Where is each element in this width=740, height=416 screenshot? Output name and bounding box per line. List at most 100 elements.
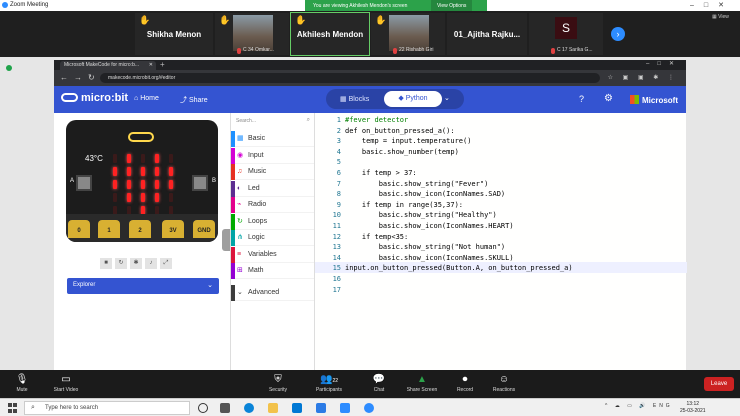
url-field[interactable]: makecode.microbit.org/#editor xyxy=(100,73,600,83)
view-button[interactable]: ▦ View xyxy=(712,14,729,20)
system-tray[interactable]: ^ ☁ ▭ 🔊 ENG xyxy=(605,403,673,409)
code-line[interactable]: input.on_button_pressed(Button.A, on_but… xyxy=(345,264,573,272)
toolbox-search[interactable]: Search... ⌕ xyxy=(236,117,312,128)
window-controls[interactable]: –□✕ xyxy=(690,1,734,9)
code-editor[interactable]: 1 #fever detector 2 def on_button_pressed_a… xyxy=(314,113,687,370)
task-view-icon[interactable] xyxy=(220,403,230,413)
windows-start-icon[interactable] xyxy=(8,403,18,413)
participant-name: Shikha Menon xyxy=(146,30,202,39)
code-line[interactable]: basic.show_icon(IconNames.SKULL) xyxy=(345,254,514,262)
leave-button[interactable]: Leave xyxy=(704,377,734,391)
mute-icon[interactable]: ♪ xyxy=(145,258,157,269)
tab-title: Microsoft MakeCode for micro:b... xyxy=(64,62,140,68)
button-b[interactable] xyxy=(192,175,208,191)
stop-icon[interactable]: ■ xyxy=(100,258,112,269)
participant-tile[interactable]: ✋ 22 Rishabh Giri xyxy=(371,13,445,55)
gear-icon[interactable]: ⚙ xyxy=(604,93,613,104)
toolbox-category-logic[interactable]: ⋔ Logic xyxy=(231,230,315,246)
category-label: Radio xyxy=(248,201,267,208)
shield-status-icon xyxy=(6,65,12,71)
participant-tile-active[interactable]: ✋ Akhilesh Mendon xyxy=(290,12,370,56)
browser-tab[interactable]: Microsoft MakeCode for micro:b... ✕ xyxy=(60,61,156,70)
mute-button[interactable]: 🎙 Mute xyxy=(2,374,42,393)
code-line[interactable]: def on_button_pressed_a(): xyxy=(345,127,455,135)
microsoft-logo[interactable]: Microsoft xyxy=(630,95,678,105)
browser-nav-buttons[interactable]: ←→↻ xyxy=(60,73,101,82)
participant-tile[interactable]: ✋ Shikha Menon xyxy=(135,13,213,55)
muted-mic-icon xyxy=(237,48,241,54)
view-options-button[interactable]: View Options xyxy=(431,0,473,11)
debug-icon[interactable]: ✱ xyxy=(130,258,142,269)
toolbox-category-led[interactable]: ◐ Led xyxy=(231,180,315,197)
new-tab-button[interactable]: + xyxy=(160,60,165,69)
collapse-simulator-handle[interactable] xyxy=(222,229,230,251)
loop-icon: ↻ xyxy=(237,217,243,225)
zoom-app-icon[interactable] xyxy=(340,403,350,413)
share-button[interactable]: ⤴ Share xyxy=(180,95,208,105)
raised-hand-icon: ✋ xyxy=(375,15,387,25)
taskbar-search[interactable]: ⌕ Type here to search xyxy=(24,401,190,415)
next-page-button[interactable]: › xyxy=(611,27,625,41)
share-screen-button[interactable]: ▲ Share Screen xyxy=(402,374,442,393)
code-line[interactable]: #fever detector xyxy=(345,116,408,124)
toolbox-category-loops[interactable]: ↻ Loops xyxy=(231,213,315,230)
participants-button[interactable]: 👥22 Participants xyxy=(309,374,349,393)
code-line[interactable]: if temp > 37: xyxy=(345,169,417,177)
language-indicator: ENG xyxy=(652,403,673,409)
toolbox-category-math[interactable]: ⊞ Math xyxy=(231,263,315,279)
line-number: 16 xyxy=(332,275,341,283)
blocks-tab[interactable]: ▦ Blocks xyxy=(340,95,369,103)
chat-button[interactable]: 💬 Chat xyxy=(359,374,399,393)
pin-1[interactable]: 1 xyxy=(98,220,120,238)
file-explorer-icon[interactable] xyxy=(268,403,278,413)
line-number: 14 xyxy=(332,253,341,262)
python-tab[interactable]: ◆ Python xyxy=(384,91,442,107)
record-button[interactable]: ⏺ Record xyxy=(445,374,485,393)
toolbox-category-input[interactable]: ◉ Input xyxy=(231,147,315,164)
code-line[interactable]: basic.show_string("Fever") xyxy=(345,180,489,188)
toolbox-category-variables[interactable]: ≡ Variables xyxy=(231,246,315,263)
code-line[interactable]: temp = input.temperature() xyxy=(345,137,472,145)
code-line[interactable]: basic.show_icon(IconNames.SAD) xyxy=(345,190,505,198)
toolbox-category-radio[interactable]: ⌁ Radio xyxy=(231,197,315,213)
pin-0[interactable]: 0 xyxy=(68,220,90,238)
zoom-meeting-icon[interactable] xyxy=(364,403,374,413)
line-number: 8 xyxy=(336,190,341,199)
browser-window-controls[interactable]: –□✕ xyxy=(646,60,682,67)
code-line[interactable]: basic.show_string("Not human") xyxy=(345,243,505,251)
participant-tile[interactable]: ✋ C 34 Omkar... xyxy=(215,13,289,55)
start-video-button[interactable]: ▭ Start Video xyxy=(46,374,86,393)
participant-tile[interactable]: 01_Ajitha Rajku... xyxy=(447,13,527,55)
help-icon[interactable]: ? xyxy=(579,94,584,104)
edge-icon[interactable] xyxy=(244,403,254,413)
code-line[interactable]: if temp in range(35,37): xyxy=(345,201,463,209)
participant-tile[interactable]: S C 17 Sarika G... xyxy=(529,13,603,55)
toolbox: Search... ⌕ ▦ Basic ◉ Input ♫ Music ◐ Led ⌁ Radio… xyxy=(230,113,315,370)
explorer-panel[interactable]: Explorer ⌄ xyxy=(67,278,219,294)
pin-2[interactable]: 2 xyxy=(129,220,151,238)
language-dropdown-icon[interactable]: ⌄ xyxy=(444,94,450,102)
browser-extensions[interactable]: ☆ ▣ ▣ ✱ ⋮ xyxy=(608,74,678,81)
restart-icon[interactable]: ↻ xyxy=(115,258,127,269)
reactions-button[interactable]: ☺ Reactions xyxy=(484,374,524,393)
task-view-icon[interactable] xyxy=(198,403,208,413)
mail-icon[interactable] xyxy=(292,403,302,413)
fullscreen-icon[interactable]: ⤢ xyxy=(160,258,172,269)
close-tab-icon[interactable]: ✕ xyxy=(149,62,153,68)
code-line[interactable]: if temp<35: xyxy=(345,233,408,241)
clock[interactable]: 13:12 25-03-2021 xyxy=(680,401,706,415)
toolbox-category-music[interactable]: ♫ Music xyxy=(231,164,315,180)
toolbox-category-basic[interactable]: ▦ Basic xyxy=(231,131,315,147)
security-button[interactable]: ⛨ Security xyxy=(258,374,298,393)
code-line[interactable]: basic.show_string("Healthy") xyxy=(345,211,497,219)
microbit-logo[interactable]: micro:bit xyxy=(61,92,128,104)
button-a[interactable] xyxy=(76,175,92,191)
pin-3v[interactable]: 3V xyxy=(162,220,184,238)
store-icon[interactable] xyxy=(316,403,326,413)
pin-gnd[interactable]: GND xyxy=(193,220,215,238)
code-line[interactable]: basic.show_number(temp) xyxy=(345,148,459,156)
toolbox-category-advanced[interactable]: ⌄ Advanced xyxy=(231,284,315,301)
browser-window: Microsoft MakeCode for micro:b... ✕ + –□… xyxy=(54,60,687,370)
home-button[interactable]: ⌂ Home xyxy=(134,95,159,102)
code-line[interactable]: basic.show_icon(IconNames.HEART) xyxy=(345,222,514,230)
